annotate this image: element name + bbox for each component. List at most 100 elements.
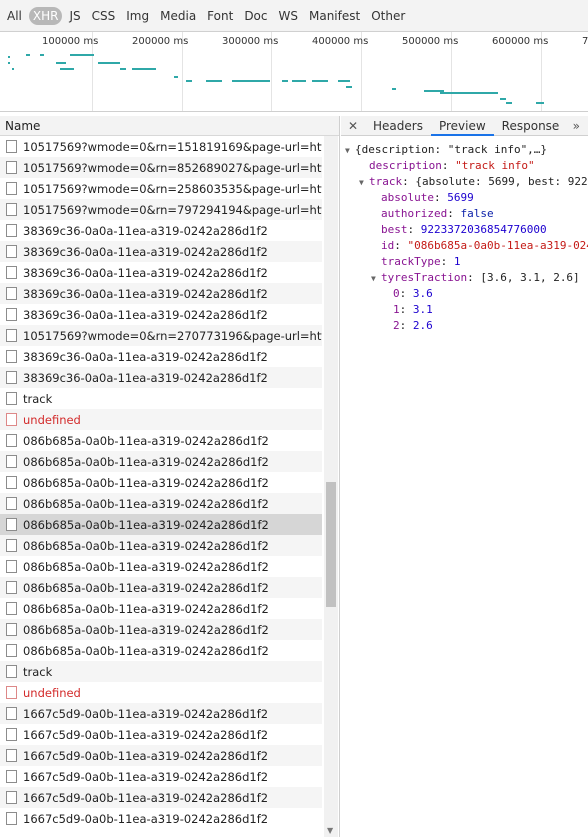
filter-manifest[interactable]: Manifest (305, 7, 364, 25)
document-icon (6, 182, 17, 195)
request-row[interactable]: 086b685a-0a0b-11ea-a319-0242a286d1f2 (0, 451, 322, 472)
request-row[interactable]: 086b685a-0a0b-11ea-a319-0242a286d1f2 (0, 556, 322, 577)
filter-other[interactable]: Other (367, 7, 409, 25)
scroll-down-arrow-icon[interactable]: ▼ (327, 826, 333, 835)
request-list-scrollbar[interactable]: ▼ (324, 136, 338, 837)
tree-tyre-item: 0: 3.6 (393, 287, 433, 300)
request-row[interactable]: 1667c5d9-0a0b-11ea-a319-0242a286d1f2 (0, 787, 322, 808)
request-name: 10517569?wmode=0&rn=852689027&page-url=h… (23, 160, 322, 175)
request-row[interactable]: 38369c36-0a0a-11ea-a319-0242a286d1f2 (0, 304, 322, 325)
request-row[interactable]: 10517569?wmode=0&rn=797294194&page-url=h… (0, 199, 322, 220)
filter-js[interactable]: JS (65, 7, 84, 25)
request-name: 1667c5d9-0a0b-11ea-a319-0242a286d1f2 (23, 769, 269, 784)
filter-img[interactable]: Img (122, 7, 153, 25)
request-row[interactable]: 10517569?wmode=0&rn=151819169&page-url=h… (0, 136, 322, 157)
document-icon (6, 602, 17, 615)
close-icon[interactable]: ✕ (341, 119, 365, 133)
document-icon (6, 728, 17, 741)
request-row[interactable]: 086b685a-0a0b-11ea-a319-0242a286d1f2 (0, 619, 322, 640)
timeline-request-bar (506, 102, 512, 104)
request-row[interactable]: 1667c5d9-0a0b-11ea-a319-0242a286d1f2 (0, 766, 322, 787)
request-list-panel: Name 10517569?wmode=0&rn=151819169&page-… (0, 116, 340, 837)
tree-tracktype: trackType: 1 (381, 255, 461, 268)
request-row[interactable]: 1667c5d9-0a0b-11ea-a319-0242a286d1f2 (0, 724, 322, 745)
request-row[interactable]: 1667c5d9-0a0b-11ea-a319-0242a286d1f2 (0, 745, 322, 766)
tree-root[interactable]: ▼ {description: "track info",…} (341, 142, 588, 158)
document-icon (6, 770, 17, 783)
request-row[interactable]: 086b685a-0a0b-11ea-a319-0242a286d1f2 (0, 514, 322, 535)
request-row[interactable]: 38369c36-0a0a-11ea-a319-0242a286d1f2 (0, 346, 322, 367)
request-name: 086b685a-0a0b-11ea-a319-0242a286d1f2 (23, 622, 269, 637)
filter-doc[interactable]: Doc (240, 7, 271, 25)
expand-triangle-icon[interactable]: ▼ (359, 175, 369, 191)
request-row[interactable]: 1667c5d9-0a0b-11ea-a319-0242a286d1f2 (0, 703, 322, 724)
tab-headers[interactable]: Headers (365, 116, 431, 136)
document-icon (6, 224, 17, 237)
request-row[interactable]: 10517569?wmode=0&rn=852689027&page-url=h… (0, 157, 322, 178)
request-row[interactable]: 086b685a-0a0b-11ea-a319-0242a286d1f2 (0, 577, 322, 598)
request-row[interactable]: undefined (0, 409, 322, 430)
filter-css[interactable]: CSS (88, 7, 120, 25)
request-row[interactable]: 086b685a-0a0b-11ea-a319-0242a286d1f2 (0, 640, 322, 661)
timeline-request-bar (440, 92, 498, 94)
document-icon (6, 791, 17, 804)
request-name: undefined (23, 412, 81, 427)
request-name: 1667c5d9-0a0b-11ea-a319-0242a286d1f2 (23, 706, 269, 721)
timeline-request-bar (292, 80, 306, 82)
name-column-header[interactable]: Name (0, 116, 339, 136)
filter-font[interactable]: Font (203, 7, 237, 25)
request-row[interactable]: track (0, 388, 322, 409)
timeline-tick: 300000 ms (222, 36, 279, 47)
timeline-request-bar (232, 80, 270, 82)
document-icon (6, 371, 17, 384)
scrollbar-thumb[interactable] (326, 482, 336, 607)
document-icon (6, 560, 17, 573)
timeline-tick: 600000 ms (492, 36, 549, 47)
document-icon (6, 245, 17, 258)
request-row[interactable]: 086b685a-0a0b-11ea-a319-0242a286d1f2 (0, 493, 322, 514)
request-name: 38369c36-0a0a-11ea-a319-0242a286d1f2 (23, 370, 268, 385)
document-icon (6, 497, 17, 510)
tab-preview[interactable]: Preview (430, 116, 494, 136)
timeline-request-bar (132, 68, 156, 70)
timeline-request-bar (40, 54, 44, 56)
request-row[interactable]: 086b685a-0a0b-11ea-a319-0242a286d1f2 (0, 535, 322, 556)
request-row[interactable]: track (0, 661, 322, 682)
request-row[interactable]: undefined (0, 682, 322, 703)
request-row[interactable]: 38369c36-0a0a-11ea-a319-0242a286d1f2 (0, 262, 322, 283)
filter-media[interactable]: Media (156, 7, 200, 25)
tab-response[interactable]: Response (494, 116, 568, 136)
request-rows: 10517569?wmode=0&rn=151819169&page-url=h… (0, 136, 339, 829)
filter-xhr[interactable]: XHR (28, 6, 63, 25)
request-name: 1667c5d9-0a0b-11ea-a319-0242a286d1f2 (23, 811, 269, 826)
expand-triangle-icon[interactable]: ▼ (371, 271, 381, 287)
request-row[interactable]: 38369c36-0a0a-11ea-a319-0242a286d1f2 (0, 220, 322, 241)
tree-tyres-traction[interactable]: ▼ tyresTraction: [3.6, 3.1, 2.6] (341, 270, 588, 286)
request-name: 10517569?wmode=0&rn=797294194&page-url=h… (23, 202, 322, 217)
request-row[interactable]: 10517569?wmode=0&rn=258603535&page-url=h… (0, 178, 322, 199)
request-row[interactable]: 1667c5d9-0a0b-11ea-a319-0242a286d1f2 (0, 808, 322, 829)
filter-all[interactable]: All (3, 7, 26, 25)
request-row[interactable]: 38369c36-0a0a-11ea-a319-0242a286d1f2 (0, 283, 322, 304)
request-row[interactable]: 10517569?wmode=0&rn=270773196&page-url=h… (0, 325, 322, 346)
more-tabs-icon[interactable]: » (573, 116, 580, 136)
document-icon (6, 812, 17, 825)
request-row[interactable]: 38369c36-0a0a-11ea-a319-0242a286d1f2 (0, 367, 322, 388)
request-row[interactable]: 086b685a-0a0b-11ea-a319-0242a286d1f2 (0, 472, 322, 493)
request-row[interactable]: 086b685a-0a0b-11ea-a319-0242a286d1f2 (0, 430, 322, 451)
network-overview-timeline[interactable]: 100000 ms 200000 ms 300000 ms 400000 ms … (0, 32, 588, 112)
timeline-request-bar (338, 80, 350, 82)
document-icon (6, 539, 17, 552)
expand-triangle-icon[interactable]: ▼ (345, 143, 355, 159)
timeline-request-bar (312, 80, 328, 82)
request-row[interactable]: 38369c36-0a0a-11ea-a319-0242a286d1f2 (0, 241, 322, 262)
timeline-request-bar (174, 76, 178, 78)
request-name: 086b685a-0a0b-11ea-a319-0242a286d1f2 (23, 475, 269, 490)
resource-type-filter-bar: All XHR JS CSS Img Media Font Doc WS Manifest Othe… (0, 0, 588, 32)
document-icon (6, 623, 17, 636)
request-name: undefined (23, 685, 81, 700)
tree-track[interactable]: ▼ track: {absolute: 5699, best: 922 (341, 174, 588, 190)
document-icon (6, 266, 17, 279)
request-row[interactable]: 086b685a-0a0b-11ea-a319-0242a286d1f2 (0, 598, 322, 619)
filter-ws[interactable]: WS (275, 7, 302, 25)
